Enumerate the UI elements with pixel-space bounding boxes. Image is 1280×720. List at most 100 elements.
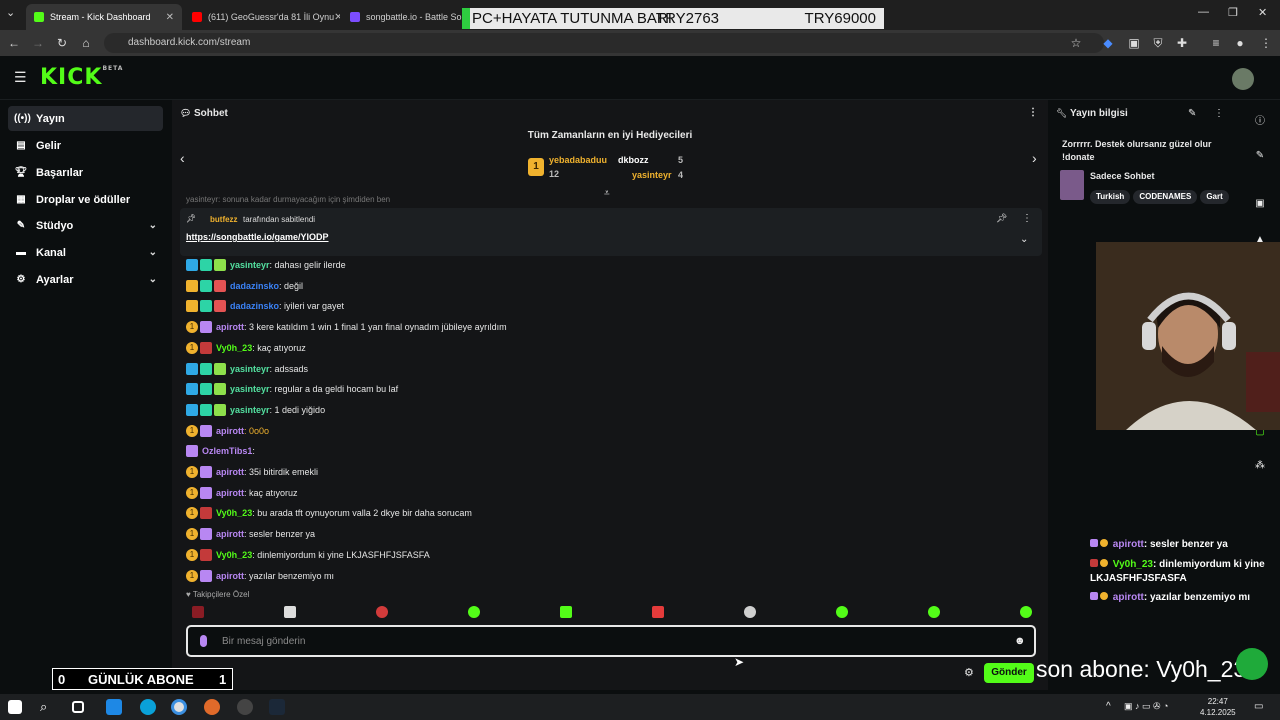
chat-username[interactable]: dadazinsko — [230, 301, 279, 311]
close-tab-icon[interactable]: ✕ — [334, 12, 340, 23]
chat-username[interactable]: Vy0h_23 — [216, 343, 252, 353]
collapse-icon[interactable]: ⩡ — [604, 188, 610, 199]
avatar[interactable] — [1232, 68, 1254, 90]
emote-icon[interactable] — [560, 606, 572, 618]
emote-icon[interactable] — [376, 606, 388, 618]
sidebar-item-studyo[interactable]: ✎ Stüdyo ⌄ — [8, 213, 163, 238]
sidebar-item-yayin[interactable]: ((•)) Yayın — [8, 106, 163, 131]
unpin-icon[interactable]: 📌︎ — [996, 213, 1007, 224]
task-view-icon[interactable] — [72, 701, 84, 713]
category-thumbnail[interactable] — [1060, 170, 1084, 200]
emote-icon[interactable] — [192, 606, 204, 618]
pinned-options-icon[interactable]: ⋮ — [1022, 213, 1032, 224]
kick-logo[interactable]: KICKBETA — [40, 65, 123, 90]
chrome-icon[interactable] — [171, 699, 187, 715]
emote-icon[interactable] — [1020, 606, 1032, 618]
sidebar-item-droplar[interactable]: ▦ Droplar ve ödüller — [8, 187, 163, 212]
chat-username[interactable]: apirott — [216, 467, 244, 477]
chat-message-input[interactable]: Bir mesaj gönderin ☻ — [186, 625, 1036, 657]
url-field[interactable]: dashboard.kick.com/stream — [104, 33, 1104, 53]
chat-username[interactable]: yasinteyr — [230, 364, 270, 374]
send-button[interactable]: Gönder — [984, 663, 1034, 683]
back-icon[interactable]: ← — [6, 35, 22, 51]
chat-username[interactable]: apirott — [216, 488, 244, 498]
emote-icon[interactable] — [744, 606, 756, 618]
notification-icon[interactable]: ▭ — [1254, 701, 1263, 712]
maximize-icon[interactable]: ❐ — [1228, 6, 1238, 19]
badge-icon: 1 — [186, 570, 198, 582]
extension-icon[interactable]: ◆ — [1100, 35, 1116, 51]
bot-icon[interactable]: ▣ — [1254, 198, 1266, 210]
reload-icon[interactable]: ↻ — [54, 35, 70, 51]
microphone-icon[interactable] — [200, 635, 207, 647]
chat-options-icon[interactable]: ⋮ — [1028, 107, 1038, 118]
obs-icon[interactable] — [237, 699, 253, 715]
gifter-name[interactable]: yasinteyr — [632, 170, 672, 180]
chevron-left-icon[interactable]: ‹ — [180, 150, 185, 166]
edit-icon[interactable]: ✎ — [1254, 150, 1266, 162]
chat-settings-gear-icon[interactable]: ⚙ — [964, 666, 974, 679]
emote-icon[interactable] — [284, 606, 296, 618]
chat-username[interactable]: yasinteyr — [230, 384, 270, 394]
gifter-name[interactable]: yebadabaduu — [549, 155, 607, 165]
bookmark-star-icon[interactable]: ☆ — [1068, 35, 1084, 51]
close-window-icon[interactable]: ✕ — [1258, 6, 1267, 19]
home-icon[interactable]: ⌂ — [78, 35, 94, 51]
chat-username[interactable]: apirott — [216, 529, 244, 539]
app-icon[interactable] — [106, 699, 122, 715]
chat-username[interactable]: yasinteyr — [230, 405, 270, 415]
windows-start-icon[interactable] — [8, 700, 22, 714]
edge-icon[interactable] — [140, 699, 156, 715]
gifter-name[interactable]: dkbozz — [618, 155, 649, 165]
more-icon[interactable]: ⋮ — [1258, 35, 1274, 51]
chat-username[interactable]: apirott — [216, 426, 244, 436]
sidebar-item-kanal[interactable]: ▬ Kanal ⌄ — [8, 240, 163, 265]
tag[interactable]: Gart — [1200, 190, 1229, 204]
chat-username[interactable]: OzlemTibs1 — [202, 446, 252, 456]
chat-username[interactable]: yasinteyr — [230, 260, 270, 270]
sidebar-item-basarilar[interactable]: 🏆︎ Başarılar — [8, 160, 163, 185]
hamburger-menu-icon[interactable]: ☰ — [14, 69, 27, 86]
chat-username[interactable]: apirott — [216, 571, 244, 581]
tag[interactable]: CODENAMES — [1133, 190, 1198, 204]
close-tab-icon[interactable]: ✕ — [166, 12, 174, 23]
taskbar-clock[interactable]: 22:47 4.12.2025 — [1200, 696, 1236, 718]
extension-icon[interactable]: ▣ — [1126, 35, 1142, 51]
search-icon[interactable]: ⌕ — [40, 699, 56, 715]
shield-icon[interactable]: ⛨ — [1150, 35, 1166, 51]
chat-username[interactable]: apirott — [216, 322, 244, 332]
steam-icon[interactable] — [269, 699, 285, 715]
forward-icon[interactable]: → — [30, 35, 46, 51]
edit-pencil-icon[interactable]: ✎ — [1188, 108, 1196, 119]
tray-icons[interactable]: ▣ ♪ ▭ ✇ ◔ — [1124, 701, 1169, 712]
sidebar-item-gelir[interactable]: ▤ Gelir — [8, 133, 163, 158]
sidebar-item-ayarlar[interactable]: ⚙ Ayarlar ⌄ — [8, 267, 163, 292]
tab-search-icon[interactable]: ⌄ — [6, 6, 15, 19]
emote-icon[interactable] — [468, 606, 480, 618]
pinned-link[interactable]: https://songbattle.io/game/YIODP — [186, 232, 329, 242]
firefox-icon[interactable] — [204, 699, 220, 715]
tray-chevron-icon[interactable]: ^ — [1106, 701, 1111, 712]
tag[interactable]: Turkish — [1090, 190, 1131, 204]
tab-songbattle[interactable]: songbattle.io - Battle Songs — [342, 4, 462, 30]
pinned-by-user[interactable]: butfezz — [210, 215, 238, 224]
chevron-down-icon[interactable]: ⌄ — [1020, 234, 1028, 245]
info-icon[interactable]: ⓘ — [1254, 112, 1266, 127]
emote-icon[interactable] — [836, 606, 848, 618]
tab-geoguessr[interactable]: (611) GeoGuessr'da 81 İli Oynu ✕ — [184, 4, 340, 30]
chat-username[interactable]: Vy0h_23 — [216, 508, 252, 518]
emote-icon[interactable] — [928, 606, 940, 618]
tab-kick-dashboard[interactable]: Stream - Kick Dashboard ✕ — [26, 4, 182, 30]
emoji-icon[interactable]: ☻ — [1014, 635, 1026, 647]
chat-username[interactable]: dadazinsko — [230, 281, 279, 291]
profile-icon[interactable]: ● — [1232, 35, 1248, 51]
panel-options-icon[interactable]: ⋮ — [1214, 108, 1224, 119]
puzzle-icon[interactable]: ✚ — [1174, 35, 1190, 51]
menu-icon[interactable]: ≡ — [1208, 35, 1224, 51]
emote-icon[interactable] — [652, 606, 664, 618]
minimize-icon[interactable]: — — [1198, 6, 1209, 18]
chevron-right-icon[interactable]: › — [1032, 150, 1037, 166]
stream-category[interactable]: Sadece Sohbet — [1090, 171, 1155, 181]
community-icon[interactable]: ⁂ — [1254, 460, 1266, 472]
chat-username[interactable]: Vy0h_23 — [216, 550, 252, 560]
